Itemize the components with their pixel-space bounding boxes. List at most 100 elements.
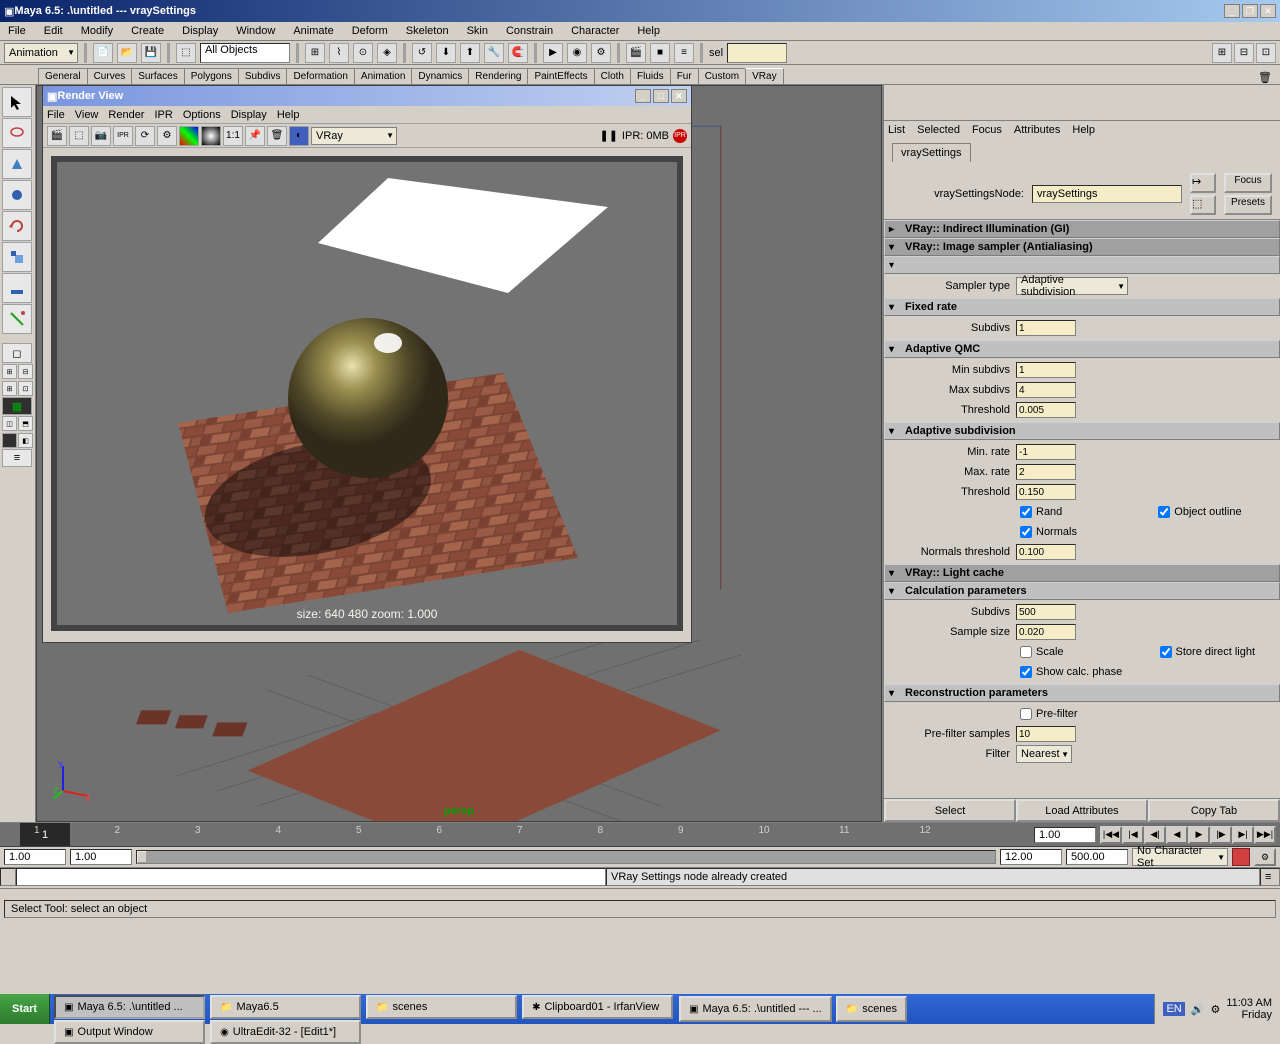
- menu-window[interactable]: Window: [232, 23, 279, 39]
- shelf-tab-vray[interactable]: VRay: [745, 68, 783, 84]
- new-scene-icon[interactable]: 📄: [93, 43, 113, 63]
- rv-pause-icon[interactable]: ❚❚: [599, 129, 617, 142]
- rv-menu-file[interactable]: File: [47, 109, 65, 121]
- mel-icon[interactable]: [0, 868, 16, 886]
- rv-real-size-icon[interactable]: 1:1: [223, 126, 243, 146]
- trash-icon[interactable]: 🗑: [1258, 71, 1272, 84]
- lang-indicator[interactable]: EN: [1163, 1002, 1184, 1016]
- script-layout-icon[interactable]: ≡: [2, 449, 32, 467]
- ae-tab-vraysettings[interactable]: vraySettings: [892, 143, 971, 162]
- rv-renderer-dropdown[interactable]: VRay: [311, 127, 397, 145]
- start-button[interactable]: Start: [0, 994, 50, 1024]
- prefilter-samples-input[interactable]: [1016, 726, 1076, 742]
- move-tool[interactable]: [2, 180, 32, 210]
- ae-menu-focus[interactable]: Focus: [972, 124, 1002, 136]
- range-start-field[interactable]: [4, 849, 66, 865]
- single-view-icon[interactable]: ◻: [2, 343, 32, 363]
- shelf-tab-fluids[interactable]: Fluids: [630, 68, 671, 84]
- menu-create[interactable]: Create: [127, 23, 168, 39]
- render-maximize-button[interactable]: □: [653, 89, 669, 103]
- render-icon[interactable]: ▶: [543, 43, 563, 63]
- char-set-dropdown[interactable]: No Character Set: [1132, 848, 1228, 866]
- ae-focus-button[interactable]: Focus: [1224, 173, 1272, 193]
- sub-threshold-input[interactable]: [1016, 484, 1076, 500]
- store-direct-checkbox[interactable]: Store direct light: [1160, 646, 1255, 658]
- tray-icon[interactable]: 🔊: [1191, 1003, 1205, 1016]
- sub-minrate-input[interactable]: [1016, 444, 1076, 460]
- step-forward-key-button[interactable]: ▶|: [1232, 826, 1254, 844]
- rv-ipr-stop-icon[interactable]: IPR: [673, 129, 687, 143]
- menu-file[interactable]: File: [4, 23, 30, 39]
- layout-icon-2[interactable]: ⊟: [1234, 43, 1254, 63]
- step-back-button[interactable]: ◀|: [1144, 826, 1166, 844]
- auto-key-button[interactable]: [1232, 848, 1250, 866]
- filter-dropdown[interactable]: Nearest: [1016, 745, 1072, 763]
- layout-g-icon[interactable]: ◧: [18, 433, 33, 448]
- rv-redo-render-icon[interactable]: 🎬: [47, 126, 67, 146]
- render-globals-icon[interactable]: ⚙: [591, 43, 611, 63]
- shelf-tab-animation[interactable]: Animation: [354, 68, 412, 84]
- ae-load-attrs-button[interactable]: Load Attributes: [1016, 799, 1148, 822]
- rv-refresh-ipr-icon[interactable]: ⟳: [135, 126, 155, 146]
- shelf-tab-surfaces[interactable]: Surfaces: [131, 68, 184, 84]
- play-start-field[interactable]: [70, 849, 132, 865]
- command-input[interactable]: [16, 868, 606, 886]
- menu-skin[interactable]: Skin: [463, 23, 492, 39]
- rv-keep-image-icon[interactable]: 📌: [245, 126, 265, 146]
- ae-copy-tab-button[interactable]: Copy Tab: [1148, 799, 1280, 822]
- ae-section-gi[interactable]: ▸VRay:: Indirect Illumination (GI): [884, 220, 1280, 238]
- mode-dropdown[interactable]: Animation: [4, 43, 78, 63]
- task-item[interactable]: 📁 scenes: [836, 996, 907, 1022]
- tray-icon[interactable]: ⚙: [1210, 1003, 1220, 1016]
- ae-section-light-cache[interactable]: ▾VRay:: Light cache: [884, 564, 1280, 582]
- magnet-icon[interactable]: 🧲: [508, 43, 528, 63]
- close-button[interactable]: ✕: [1260, 4, 1276, 18]
- ae-go-icon[interactable]: ↦: [1190, 173, 1216, 193]
- layout-f-icon[interactable]: [2, 433, 17, 448]
- open-scene-icon[interactable]: 📂: [117, 43, 137, 63]
- shelf-tab-curves[interactable]: Curves: [87, 68, 133, 84]
- step-back-key-button[interactable]: |◀: [1122, 826, 1144, 844]
- calc-subdivs-input[interactable]: [1016, 604, 1076, 620]
- output-icon[interactable]: ⬆: [460, 43, 480, 63]
- layout-b-icon[interactable]: ⊞: [2, 381, 17, 396]
- select-hier-icon[interactable]: ⬚: [176, 43, 196, 63]
- menu-edit[interactable]: Edit: [40, 23, 67, 39]
- object-outline-checkbox[interactable]: Object outline: [1158, 506, 1241, 518]
- normals-threshold-input[interactable]: [1016, 544, 1076, 560]
- sampler-type-dropdown[interactable]: Adaptive subdivision: [1016, 277, 1128, 295]
- range-slider[interactable]: [136, 850, 996, 864]
- play-back-button[interactable]: ◀: [1166, 826, 1188, 844]
- show-calc-checkbox[interactable]: Show calc. phase: [1020, 666, 1122, 678]
- layout-icon-3[interactable]: ⊡: [1256, 43, 1276, 63]
- rotate-tool[interactable]: [2, 211, 32, 241]
- play-forward-button[interactable]: ▶: [1188, 826, 1210, 844]
- task-item[interactable]: ✱ Clipboard01 - IrfanView: [522, 995, 673, 1019]
- snap-grid-icon[interactable]: ⊞: [305, 43, 325, 63]
- rand-checkbox[interactable]: Rand: [1020, 506, 1062, 518]
- ae-menu-attributes[interactable]: Attributes: [1014, 124, 1060, 136]
- range-end-field[interactable]: [1066, 849, 1128, 865]
- layout-e-icon[interactable]: ⬒: [18, 416, 33, 431]
- script-editor-button[interactable]: ≡: [1260, 868, 1280, 886]
- last-tool[interactable]: [2, 304, 32, 334]
- qmc-threshold-input[interactable]: [1016, 402, 1076, 418]
- current-time-field[interactable]: [1034, 827, 1096, 843]
- shelf-tab-painteffects[interactable]: PaintEffects: [527, 68, 594, 84]
- menu-modify[interactable]: Modify: [77, 23, 117, 39]
- rv-ipr-render-icon[interactable]: IPR: [113, 126, 133, 146]
- normals-checkbox[interactable]: Normals: [1020, 526, 1077, 538]
- qmc-max-input[interactable]: [1016, 382, 1076, 398]
- ae-select-button[interactable]: Select: [884, 799, 1016, 822]
- snap-point-icon[interactable]: ⊙: [353, 43, 373, 63]
- select-tool[interactable]: [2, 87, 32, 117]
- shelf-tab-deformation[interactable]: Deformation: [286, 68, 354, 84]
- time-slider[interactable]: 1 1 2 3 4 5 6 7 8 9 10 11 12 |◀◀ |◀ ◀| ◀…: [0, 823, 1280, 847]
- menu-deform[interactable]: Deform: [348, 23, 392, 39]
- sample-size-input[interactable]: [1016, 624, 1076, 640]
- shelf-tab-general[interactable]: General: [38, 68, 88, 84]
- history-icon[interactable]: ↺: [412, 43, 432, 63]
- ae-section-adaptive-sub[interactable]: ▾Adaptive subdivision: [884, 422, 1280, 440]
- task-item[interactable]: ▣ Maya 6.5: .\untitled --- ...: [679, 996, 832, 1022]
- shelf-tab-cloth[interactable]: Cloth: [594, 68, 631, 84]
